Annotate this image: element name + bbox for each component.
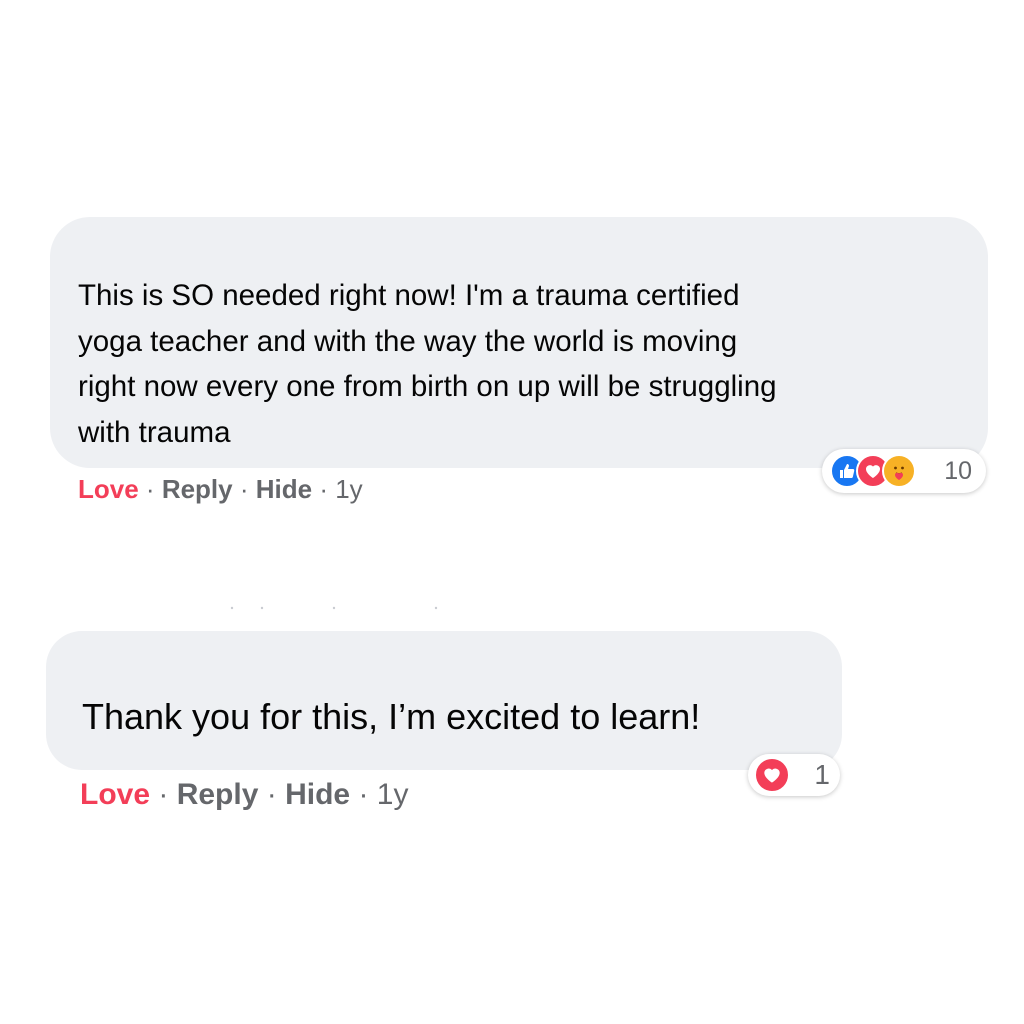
love-icon <box>754 757 790 793</box>
separator: · <box>266 778 286 811</box>
separator: · <box>158 778 177 811</box>
timestamp[interactable]: 1y <box>335 474 362 504</box>
separator: · <box>358 778 377 811</box>
separator: · <box>145 474 162 504</box>
care-icon <box>882 454 916 488</box>
hide-link[interactable]: Hide <box>256 474 312 504</box>
comment-text-1: This is SO needed right now! I'm a traum… <box>78 279 777 449</box>
timestamp[interactable]: 1y <box>377 778 409 811</box>
love-action-link[interactable]: Love <box>80 778 150 811</box>
reply-link[interactable]: Reply <box>177 778 259 811</box>
hide-link[interactable]: Hide <box>285 778 350 811</box>
reaction-count-2: 1 <box>814 759 830 790</box>
reactions-summary-2[interactable]: 1 <box>748 754 840 796</box>
comment-bubble-1: This is SO needed right now! I'm a traum… <box>50 217 988 468</box>
comment-text-2: Thank you for this, I’m excited to learn… <box>82 696 701 737</box>
love-action-link[interactable]: Love <box>78 474 139 504</box>
separator: · <box>319 474 336 504</box>
reaction-count-1: 10 <box>944 456 972 485</box>
reactions-summary-1[interactable]: 10 <box>822 449 986 493</box>
separator: · <box>239 474 256 504</box>
comment-actions-1: Love · Reply · Hide · 1y <box>78 474 363 505</box>
comment-actions-2: Love · Reply · Hide · 1y <box>80 778 408 812</box>
reply-link[interactable]: Reply <box>162 474 233 504</box>
comment-bubble-2: Thank you for this, I’m excited to learn… <box>46 631 842 770</box>
divider-dots <box>230 606 438 610</box>
